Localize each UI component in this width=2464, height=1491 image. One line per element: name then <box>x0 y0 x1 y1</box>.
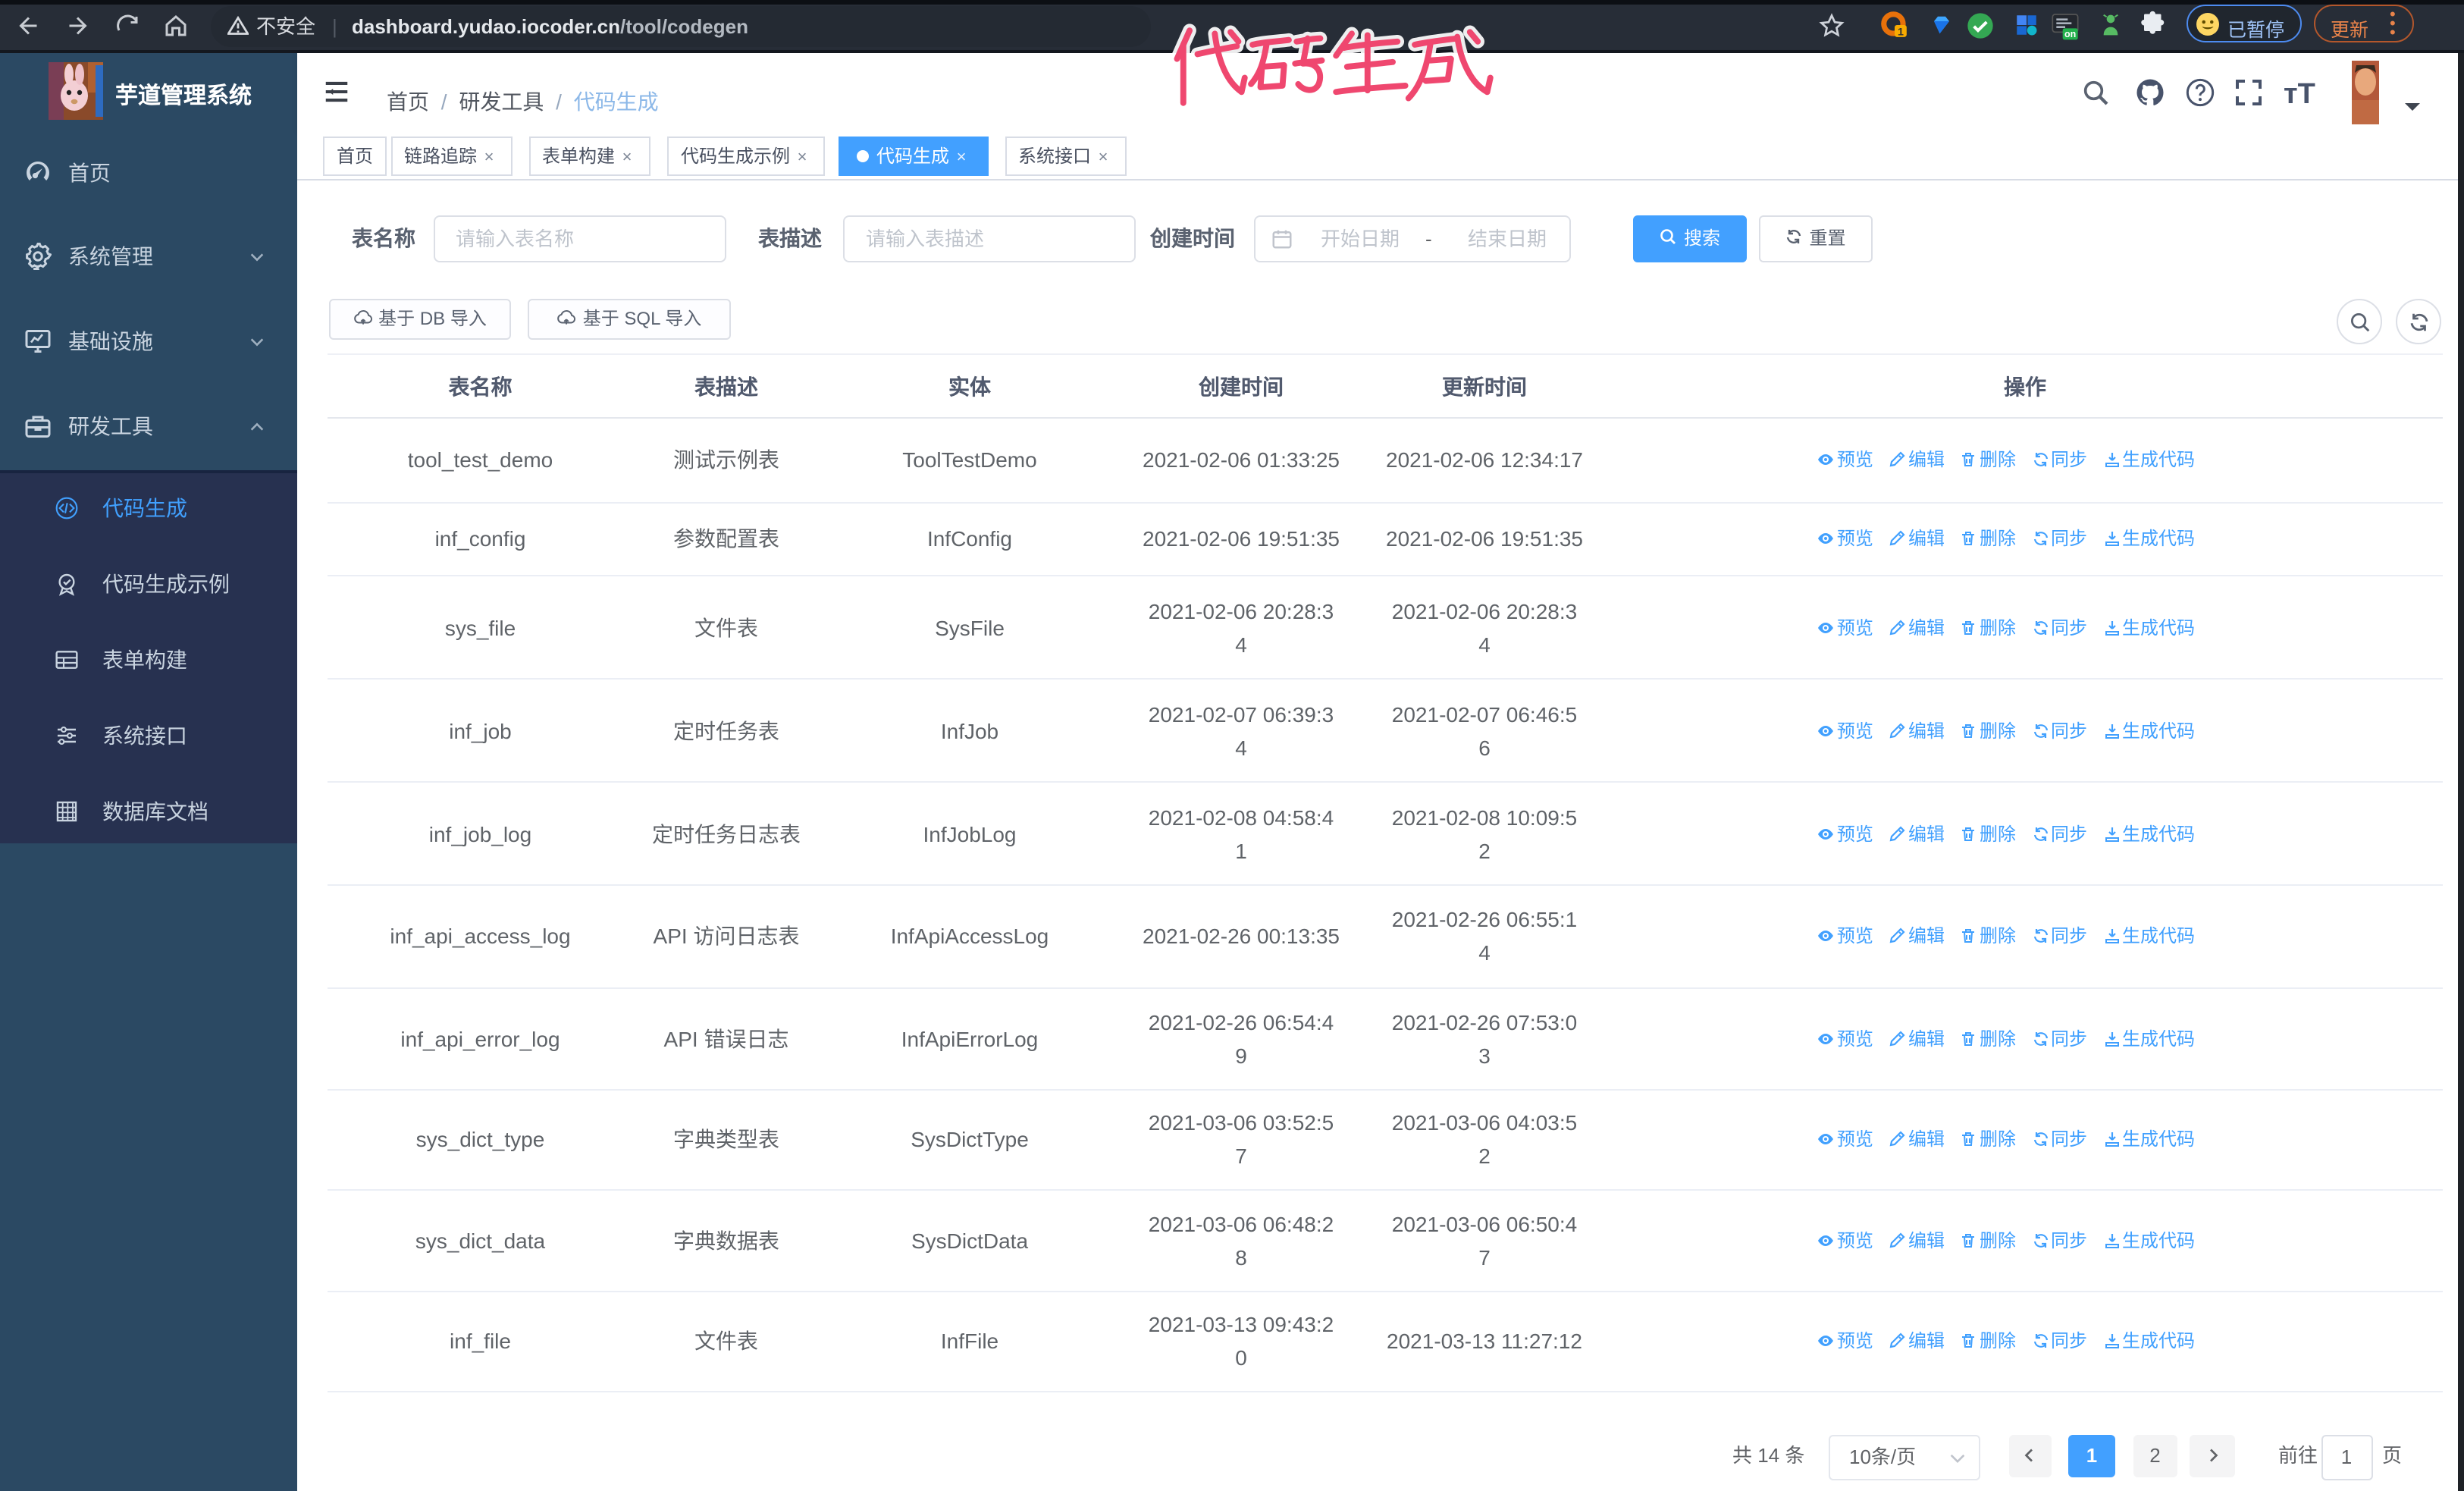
svg-text:1: 1 <box>1898 26 1904 38</box>
svg-text:on: on <box>2064 29 2076 39</box>
